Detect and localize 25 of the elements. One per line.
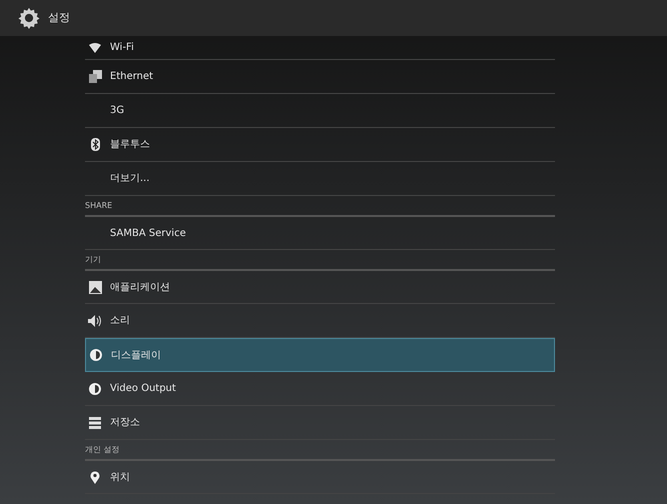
settings-icon[interactable] bbox=[18, 7, 40, 29]
section-header: SHARE bbox=[85, 200, 112, 212]
location-pin-icon bbox=[90, 470, 100, 484]
settings-item[interactable]: 디스플레이 bbox=[85, 338, 555, 372]
settings-item[interactable]: Ethernet bbox=[85, 60, 555, 94]
settings-item[interactable]: 위치 bbox=[85, 461, 555, 494]
section-header: 기기 bbox=[85, 254, 101, 266]
speaker-icon bbox=[88, 314, 102, 326]
storage-icon bbox=[89, 416, 101, 428]
settings-item[interactable]: 애플리케이션 bbox=[85, 271, 555, 304]
bluetooth-icon bbox=[90, 138, 100, 151]
network-icon bbox=[88, 70, 102, 83]
settings-item[interactable]: Video Output bbox=[85, 372, 555, 406]
settings-item[interactable]: 더보기... bbox=[85, 162, 555, 196]
wifi-icon bbox=[89, 42, 101, 52]
settings-item[interactable]: Wi-Fi bbox=[85, 36, 555, 60]
settings-item[interactable]: SAMBA Service bbox=[85, 217, 555, 250]
brightness-icon bbox=[89, 382, 101, 394]
brightness-icon bbox=[90, 349, 102, 361]
picture-icon bbox=[88, 280, 102, 294]
settings-item[interactable]: 블루투스 bbox=[85, 128, 555, 162]
settings-item[interactable]: 저장소 bbox=[85, 406, 555, 440]
section-header: 개인 설정 bbox=[85, 444, 120, 456]
settings-item[interactable]: 3G bbox=[85, 94, 555, 128]
window-title: 설정 bbox=[48, 10, 70, 26]
